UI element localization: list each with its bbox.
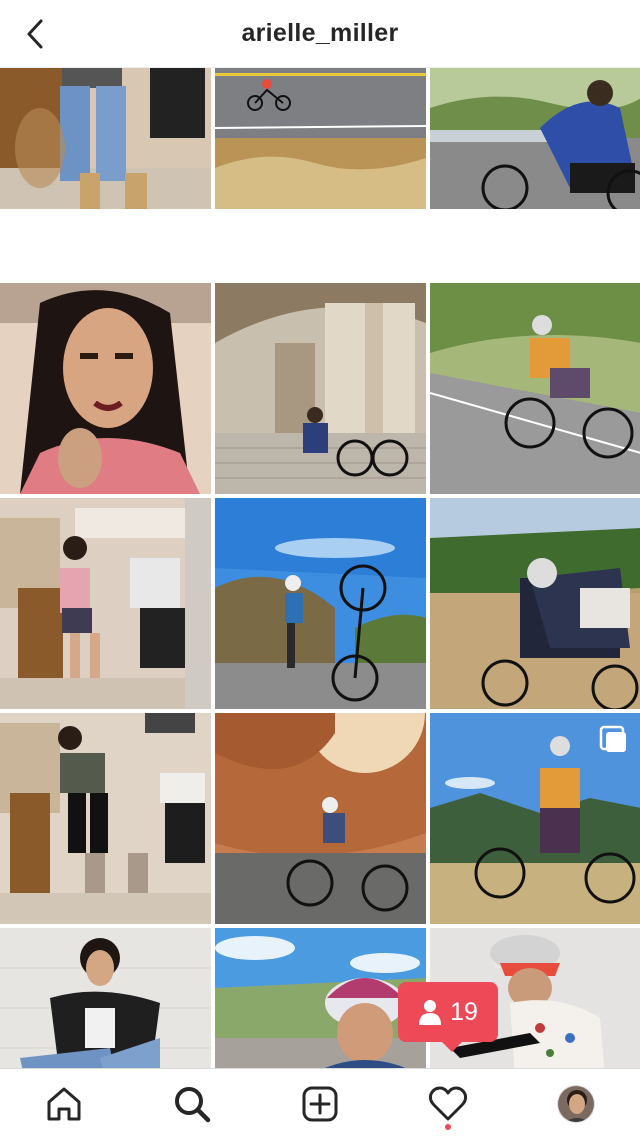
person-icon [419, 1000, 442, 1025]
post-tile[interactable] [0, 928, 211, 1068]
tab-search[interactable] [160, 1072, 224, 1136]
post-tile[interactable] [215, 498, 426, 709]
tab-new-post[interactable] [288, 1072, 352, 1136]
back-button[interactable] [24, 16, 64, 52]
profile-username-title: arielle_miller [241, 19, 399, 47]
post-tile[interactable] [215, 928, 426, 1068]
notification-count: 19 [450, 997, 478, 1026]
chevron-left-icon [27, 19, 43, 49]
follower-notification-bubble[interactable]: 19 [398, 982, 498, 1052]
post-tile[interactable] [215, 713, 426, 924]
new-post-icon [302, 1086, 338, 1121]
activity-indicator-dot [445, 1123, 451, 1130]
tab-profile[interactable] [544, 1072, 608, 1136]
post-tile[interactable] [0, 283, 211, 494]
post-tile[interactable] [215, 68, 426, 209]
post-tile[interactable] [430, 68, 640, 209]
post-tile[interactable] [430, 283, 640, 494]
header: arielle_miller [0, 0, 640, 68]
post-tile[interactable] [430, 498, 640, 709]
profile-avatar [557, 1084, 595, 1123]
bottom-tab-bar [0, 1068, 640, 1138]
post-tile[interactable] [0, 68, 211, 209]
posts-grid [0, 68, 640, 1068]
post-tile[interactable] [0, 498, 211, 709]
post-tile[interactable] [430, 713, 640, 924]
heart-icon [428, 1086, 468, 1120]
multiple-photos-icon [599, 725, 626, 752]
home-icon [47, 1087, 81, 1120]
post-tile[interactable] [215, 283, 426, 494]
post-tile[interactable] [0, 713, 211, 924]
tab-home[interactable] [32, 1072, 96, 1136]
tab-activity[interactable] [416, 1072, 480, 1136]
search-icon [175, 1086, 211, 1122]
